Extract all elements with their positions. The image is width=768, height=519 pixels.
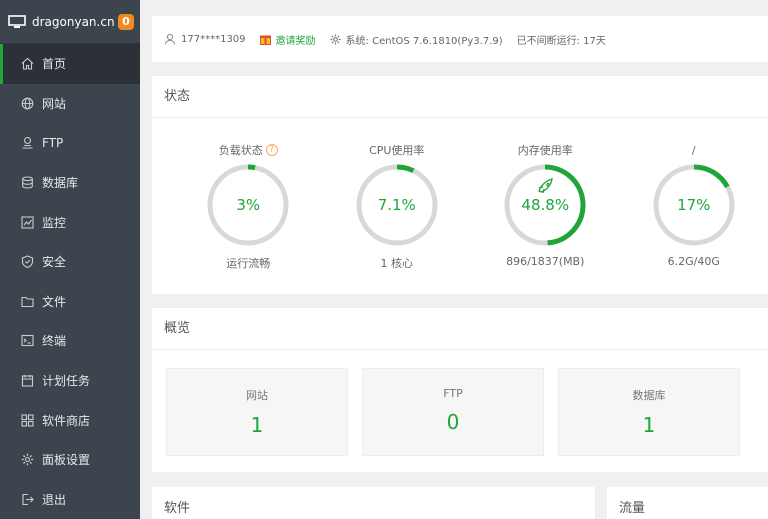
home-icon [20,57,34,71]
overview-box-value[interactable]: 0 [447,410,460,434]
gauge-label: CPU使用率 [369,144,425,157]
traffic-card: 流量 [607,487,768,519]
gauge: 内存使用率 48.8% 896/1837(MB) [471,118,620,271]
sidebar-item-label: 网站 [42,96,67,111]
sidebar-item-gear[interactable]: 面板设置 [0,440,140,480]
database-icon [20,176,34,190]
terminal-icon [20,334,34,348]
uptime-info: 已不间断运行: 17天 [517,32,606,47]
sidebar: dragonyan.cn 0 首页网站 FTP 数据库监控安全文件终端计划任务软件商… [0,0,140,519]
gauge: / 17% 6.2G/40G [620,118,768,271]
sidebar-item-label: 安全 [42,255,67,270]
logout-icon [20,492,34,506]
sidebar-item-logout[interactable]: 退出 [0,480,140,519]
gift-icon [259,35,271,45]
info-bar: 177****1309 邀请奖励 系统: CentOS 7.6.1810(Py3… [152,16,768,62]
sidebar-item-globe[interactable]: 网站 [0,84,140,124]
system-info: 系统: CentOS 7.6.1810(Py3.7.9) [330,32,503,47]
sidebar-item-ftp[interactable]: FTP [0,123,140,163]
gauge-label: 负载状态 [218,144,263,157]
overview-box[interactable]: FTP 0 [362,368,544,456]
sidebar-item-label: 首页 [42,57,67,72]
sidebar-item-grid[interactable]: 软件商店 [0,400,140,440]
status-card: 状态 负载状态? 3% 运行流畅 CPU使用率 7.1% 1 核心 内存使用率 48.8% 89… [152,76,768,294]
sidebar-item-folder[interactable]: 文件 [0,282,140,322]
gauge-label: / [691,143,696,157]
traffic-title: 流量 [619,501,646,516]
sidebar-item-label: FTP [42,135,64,150]
gauge-value: 3% [236,196,261,214]
sidebar-item-database[interactable]: 数据库 [0,163,140,203]
gauge-value: 48.8% [521,196,570,214]
overview-box-label: 网站 [246,389,268,402]
software-card: 软件 [152,487,595,519]
help-icon[interactable]: ? [265,144,278,156]
monitor-icon [8,14,26,28]
brand-header: dragonyan.cn 0 [0,0,140,44]
ftp-icon [20,136,34,150]
gauge-label-row: CPU使用率 [369,142,424,158]
uptime-text: 已不间断运行: 17天 [516,35,606,47]
sidebar-item-home[interactable]: 首页 [0,44,140,84]
gauge-subtext: 运行流畅 [226,257,271,270]
sidebar-item-shield[interactable]: 安全 [0,242,140,282]
user-info[interactable]: 177****1309 [164,33,246,45]
username: 177****1309 [181,33,246,45]
gauge-value: 7.1% [377,196,416,214]
sidebar-item-terminal[interactable]: 终端 [0,321,140,361]
overview-title: 概览 [152,308,768,350]
main-content: 177****1309 邀请奖励 系统: CentOS 7.6.1810(Py3… [152,0,768,519]
gear-icon [330,33,341,45]
gauge-value: 17% [677,196,711,214]
user-icon [165,33,175,45]
gauge-subtext: 896/1837(MB) [506,255,585,268]
sidebar-item-label: 监控 [42,215,67,230]
gauge-ring[interactable]: 3% [206,163,290,247]
overview-box-label: FTP [443,387,463,400]
gauge-subtext: 6.2G/40G [667,255,720,268]
notification-badge[interactable]: 0 [118,13,134,30]
gauge-ring[interactable]: 7.1% [355,163,439,247]
grid-icon [20,413,34,427]
overview-box-label: 数据库 [632,389,666,402]
software-title: 软件 [164,501,191,516]
calendar-icon [20,374,34,388]
gauge: CPU使用率 7.1% 1 核心 [323,118,472,271]
globe-icon [20,96,34,110]
gear-icon [20,453,34,467]
gauges-row: 负载状态? 3% 运行流畅 CPU使用率 7.1% 1 核心 内存使用率 48.8% 896/1… [152,118,768,271]
monitor-chart-icon [20,215,34,229]
sidebar-item-calendar[interactable]: 计划任务 [0,361,140,401]
gauge-label-row: 负载状态? [219,142,278,158]
invite-label: 邀请奖励 [275,35,316,47]
sidebar-item-label: 文件 [42,294,67,309]
sidebar-item-label: 面板设置 [42,453,91,468]
sidebar-nav: 首页网站 FTP 数据库监控安全文件终端计划任务软件商店面板设置退出 [0,44,140,519]
gauge-ring[interactable]: 17% [652,163,736,247]
status-title: 状态 [152,76,768,118]
overview-box[interactable]: 网站 1 [166,368,348,456]
gauge: 负载状态? 3% 运行流畅 [174,118,323,271]
overview-card: 概览 网站 1 FTP 0 数据库 1 [152,308,768,472]
sidebar-item-label: 退出 [42,492,67,507]
overview-boxes: 网站 1 FTP 0 数据库 1 [152,350,768,456]
overview-box-value[interactable]: 1 [251,413,264,437]
gauge-label-row: 内存使用率 [518,142,573,158]
sidebar-item-label: 终端 [42,334,67,349]
gauge-label: 内存使用率 [517,144,573,157]
overview-box[interactable]: 数据库 1 [558,368,740,456]
gauge-label-row: / [692,142,696,158]
sidebar-item-label: 数据库 [42,176,79,191]
overview-box-value[interactable]: 1 [643,413,656,437]
sidebar-item-label: 软件商店 [42,413,91,428]
sidebar-item-label: 计划任务 [42,374,91,389]
brand-name[interactable]: dragonyan.cn [32,15,118,29]
invite-reward-link[interactable]: 邀请奖励 [259,32,316,47]
gauge-subtext: 1 核心 [380,257,414,270]
folder-icon [20,294,34,308]
system-text: 系统: CentOS 7.6.1810(Py3.7.9) [345,35,503,47]
gauge-ring[interactable]: 48.8% [503,163,587,247]
sidebar-item-monitor-chart[interactable]: 监控 [0,202,140,242]
shield-icon [20,255,34,269]
